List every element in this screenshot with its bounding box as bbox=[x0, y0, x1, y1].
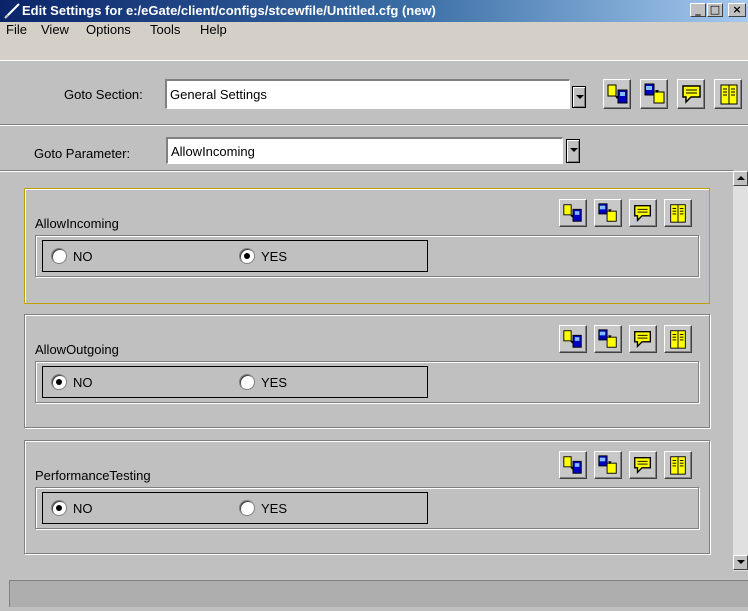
menu-bar: File View Options Tools Help bbox=[0, 22, 748, 38]
comment-icon bbox=[634, 456, 652, 474]
paste-icon bbox=[598, 329, 617, 348]
goto-section-dropdown-button[interactable] bbox=[572, 86, 586, 108]
menu-help[interactable]: Help bbox=[200, 22, 227, 37]
book-icon bbox=[670, 330, 686, 349]
radio-label-yes[interactable]: YES bbox=[261, 375, 287, 390]
parameter-name: PerformanceTesting bbox=[35, 468, 151, 483]
section-toolbar: Goto Section: General Settings bbox=[0, 60, 748, 123]
parameter-name: AllowIncoming bbox=[35, 216, 119, 231]
menu-view[interactable]: View bbox=[41, 22, 69, 37]
title-bar[interactable]: Edit Settings for e:/eGate/client/config… bbox=[0, 0, 748, 22]
goto-parameter-select[interactable]: AllowIncoming bbox=[166, 137, 563, 164]
parameter-import-button[interactable] bbox=[594, 451, 622, 479]
book-icon bbox=[670, 204, 686, 223]
goto-section-value: General Settings bbox=[170, 87, 267, 102]
minimize-button[interactable]: _ bbox=[690, 3, 706, 17]
import-button[interactable] bbox=[640, 79, 668, 109]
parameter-help-book-button[interactable] bbox=[664, 325, 692, 353]
comment-icon bbox=[682, 85, 701, 104]
radio-label-no[interactable]: NO bbox=[73, 501, 93, 516]
parameter-comment-button[interactable] bbox=[629, 451, 657, 479]
parameter-import-button[interactable] bbox=[594, 199, 622, 227]
radio-label-no[interactable]: NO bbox=[73, 375, 93, 390]
parameter-import-button[interactable] bbox=[594, 325, 622, 353]
copy-to-device-icon bbox=[563, 204, 582, 222]
parameter-value-box: NO YES bbox=[35, 361, 699, 403]
radio-group: NO YES bbox=[42, 492, 428, 524]
goto-parameter-value: AllowIncoming bbox=[171, 144, 255, 159]
radio-no[interactable] bbox=[51, 374, 67, 390]
menu-spacer bbox=[0, 38, 748, 60]
window-title: Edit Settings for e:/eGate/client/config… bbox=[22, 3, 436, 18]
settings-window: Edit Settings for e:/eGate/client/config… bbox=[0, 0, 748, 611]
radio-group: NO YES bbox=[42, 366, 428, 398]
parameter-group: AllowIncoming NO YES bbox=[24, 188, 710, 304]
goto-section-select[interactable]: General Settings bbox=[165, 79, 570, 109]
export-button[interactable] bbox=[603, 79, 631, 109]
parameter-export-button[interactable] bbox=[559, 199, 587, 227]
parameter-export-button[interactable] bbox=[559, 451, 587, 479]
pen-icon bbox=[4, 3, 20, 19]
paste-icon bbox=[598, 455, 617, 474]
copy-to-device-icon bbox=[607, 84, 628, 104]
close-button[interactable]: × bbox=[728, 3, 746, 17]
status-bar bbox=[9, 580, 748, 607]
goto-section-label: Goto Section: bbox=[64, 87, 143, 102]
comment-icon bbox=[634, 330, 652, 348]
parameter-help-book-button[interactable] bbox=[664, 451, 692, 479]
vertical-scrollbar[interactable] bbox=[733, 171, 748, 571]
section-divider bbox=[0, 124, 748, 126]
radio-no[interactable] bbox=[51, 500, 67, 516]
book-icon bbox=[670, 456, 686, 475]
radio-yes[interactable] bbox=[239, 248, 255, 264]
paste-icon bbox=[644, 83, 665, 104]
radio-yes[interactable] bbox=[239, 500, 255, 516]
parameter-value-box: NO YES bbox=[35, 487, 699, 529]
help-book-button[interactable] bbox=[714, 79, 742, 109]
parameter-help-book-button[interactable] bbox=[664, 199, 692, 227]
radio-group: NO YES bbox=[42, 240, 428, 272]
paste-icon bbox=[598, 203, 617, 222]
menu-file[interactable]: File bbox=[6, 22, 27, 37]
menu-tools[interactable]: Tools bbox=[150, 22, 180, 37]
goto-parameter-label: Goto Parameter: bbox=[34, 146, 131, 161]
radio-label-yes[interactable]: YES bbox=[261, 249, 287, 264]
parameter-export-button[interactable] bbox=[559, 325, 587, 353]
scroll-down-button[interactable] bbox=[733, 555, 748, 570]
radio-yes[interactable] bbox=[239, 374, 255, 390]
parameter-divider bbox=[0, 170, 733, 172]
goto-parameter-dropdown-button[interactable] bbox=[566, 139, 580, 163]
parameter-comment-button[interactable] bbox=[629, 325, 657, 353]
comment-button[interactable] bbox=[677, 79, 705, 109]
parameter-group: AllowOutgoing NO YES bbox=[24, 314, 710, 428]
radio-label-no[interactable]: NO bbox=[73, 249, 93, 264]
copy-to-device-icon bbox=[563, 330, 582, 348]
radio-no[interactable] bbox=[51, 248, 67, 264]
parameter-group: PerformanceTesting NO YES bbox=[24, 440, 710, 554]
parameter-name: AllowOutgoing bbox=[35, 342, 119, 357]
maximize-button[interactable]: □ bbox=[707, 3, 723, 17]
comment-icon bbox=[634, 204, 652, 222]
parameter-value-box: NO YES bbox=[35, 235, 699, 277]
parameter-comment-button[interactable] bbox=[629, 199, 657, 227]
menu-options[interactable]: Options bbox=[86, 22, 131, 37]
copy-to-device-icon bbox=[563, 456, 582, 474]
book-icon bbox=[720, 84, 738, 105]
radio-label-yes[interactable]: YES bbox=[261, 501, 287, 516]
scroll-up-button[interactable] bbox=[733, 171, 748, 186]
